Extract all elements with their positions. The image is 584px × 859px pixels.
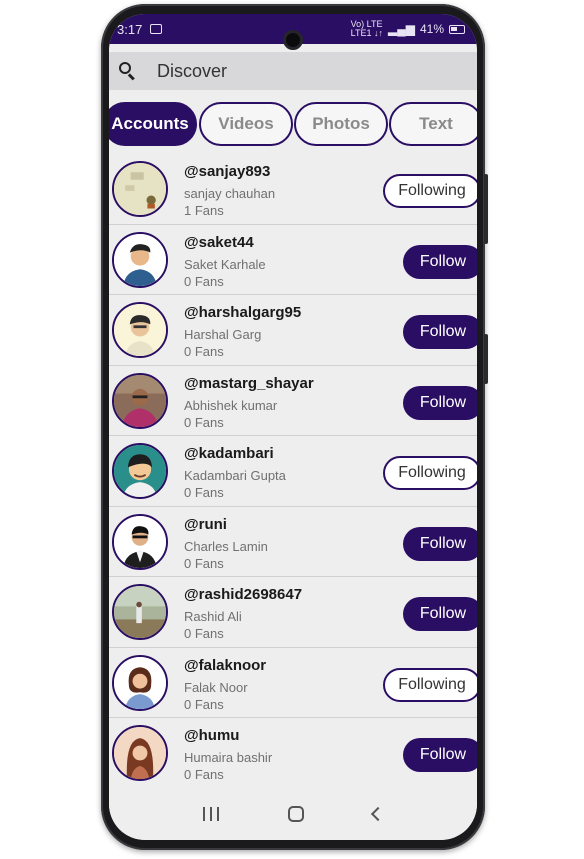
- account-name: Harshal Garg: [184, 327, 262, 342]
- account-handle[interactable]: @runi: [184, 516, 227, 533]
- fans-count: 1 Fans: [184, 203, 224, 218]
- list-item[interactable]: @falaknoor Falak Noor 0 Fans Following: [109, 647, 477, 718]
- signal-icon: ▂▄▆: [388, 22, 415, 36]
- avatar[interactable]: [112, 443, 168, 499]
- account-name: sanjay chauhan: [184, 186, 276, 201]
- accounts-list: @sanjay893 sanjay chauhan 1 Fans Followi…: [109, 154, 477, 789]
- network-indicator: Vo) LTE LTE1 ↓↑: [350, 19, 383, 38]
- list-item[interactable]: @sanjay893 sanjay chauhan 1 Fans Followi…: [109, 154, 477, 225]
- account-handle[interactable]: @mastarg_shayar: [184, 375, 314, 392]
- tab-accounts[interactable]: Accounts: [109, 102, 197, 146]
- follow-button[interactable]: Follow: [403, 526, 477, 561]
- following-button[interactable]: Following: [383, 667, 477, 702]
- recent-apps-icon[interactable]: [203, 807, 220, 821]
- tab-bar: Accounts Videos Photos Text: [109, 102, 477, 146]
- account-name: Rashid Ali: [184, 609, 242, 624]
- fans-count: 0 Fans: [184, 555, 224, 571]
- account-name: Abhishek kumar: [184, 397, 278, 413]
- fans-count: 0 Fans: [184, 626, 224, 641]
- wifi-icon: [150, 24, 163, 34]
- power-button: [484, 334, 488, 384]
- account-handle[interactable]: @humu: [184, 727, 239, 744]
- list-item[interactable]: @humu Humaira bashir 0 Fans Follow: [109, 718, 477, 789]
- account-handle[interactable]: @falaknoor: [184, 657, 266, 674]
- account-name: Kadambari Gupta: [184, 468, 286, 483]
- account-name: Falak Noor: [184, 679, 248, 695]
- tab-videos[interactable]: Videos: [199, 102, 293, 146]
- account-name: Humaira bashir: [184, 750, 273, 765]
- status-time: 3:17: [117, 21, 143, 37]
- account-name: Saket Karhale: [184, 256, 266, 272]
- back-icon[interactable]: [370, 806, 385, 822]
- search-icon[interactable]: [117, 60, 139, 82]
- account-handle[interactable]: @harshalgarg95: [184, 304, 301, 321]
- fans-count: 0 Fans: [184, 696, 224, 712]
- follow-button[interactable]: Follow: [403, 244, 477, 279]
- fans-count: 0 Fans: [184, 273, 224, 289]
- screen: 3:17 Vo) LTE LTE1 ↓↑ ▂▄▆ 41% Discover Ac…: [109, 14, 477, 840]
- avatar[interactable]: [112, 584, 168, 640]
- following-button[interactable]: Following: [383, 456, 477, 490]
- avatar[interactable]: [112, 372, 168, 429]
- avatar[interactable]: [112, 302, 168, 358]
- list-item[interactable]: @saket44 Saket Karhale 0 Fans Follow: [109, 224, 477, 295]
- avatar[interactable]: [112, 231, 168, 288]
- tab-photos[interactable]: Photos: [294, 102, 388, 146]
- fans-count: 0 Fans: [184, 344, 224, 359]
- fans-count: 0 Fans: [184, 485, 224, 500]
- home-icon[interactable]: [287, 806, 304, 822]
- tab-text[interactable]: Text: [389, 102, 477, 146]
- account-handle[interactable]: @saket44: [184, 234, 254, 251]
- search-label: Discover: [157, 60, 228, 81]
- avatar[interactable]: [112, 654, 168, 711]
- fans-count: 0 Fans: [184, 414, 224, 430]
- avatar[interactable]: [112, 161, 168, 217]
- list-item[interactable]: @runi Charles Lamin 0 Fans Follow: [109, 506, 477, 577]
- navigation-bar: [109, 788, 477, 840]
- battery-level: 41%: [419, 22, 444, 36]
- avatar[interactable]: [112, 725, 168, 781]
- list-item[interactable]: @kadambari Kadambari Gupta 0 Fans Follow…: [109, 436, 477, 507]
- follow-button[interactable]: Follow: [403, 597, 477, 631]
- account-handle[interactable]: @rashid2698647: [184, 586, 302, 603]
- follow-button[interactable]: Follow: [403, 738, 477, 772]
- follow-button[interactable]: Follow: [403, 315, 477, 349]
- phone-frame: 3:17 Vo) LTE LTE1 ↓↑ ▂▄▆ 41% Discover Ac…: [101, 4, 488, 850]
- front-camera: [283, 30, 303, 50]
- fans-count: 0 Fans: [184, 767, 224, 782]
- follow-button[interactable]: Follow: [403, 385, 477, 420]
- list-item[interactable]: @harshalgarg95 Harshal Garg 0 Fans Follo…: [109, 295, 477, 366]
- account-name: Charles Lamin: [184, 538, 268, 554]
- search-bar[interactable]: Discover: [109, 52, 477, 90]
- list-item[interactable]: @mastarg_shayar Abhishek kumar 0 Fans Fo…: [109, 365, 477, 436]
- avatar[interactable]: [112, 513, 168, 570]
- account-handle[interactable]: @kadambari: [184, 445, 274, 462]
- following-button[interactable]: Following: [383, 174, 477, 208]
- volume-button: [484, 174, 488, 244]
- list-item[interactable]: @rashid2698647 Rashid Ali 0 Fans Follow: [109, 577, 477, 648]
- account-handle[interactable]: @sanjay893: [184, 163, 270, 180]
- battery-icon: [449, 24, 465, 34]
